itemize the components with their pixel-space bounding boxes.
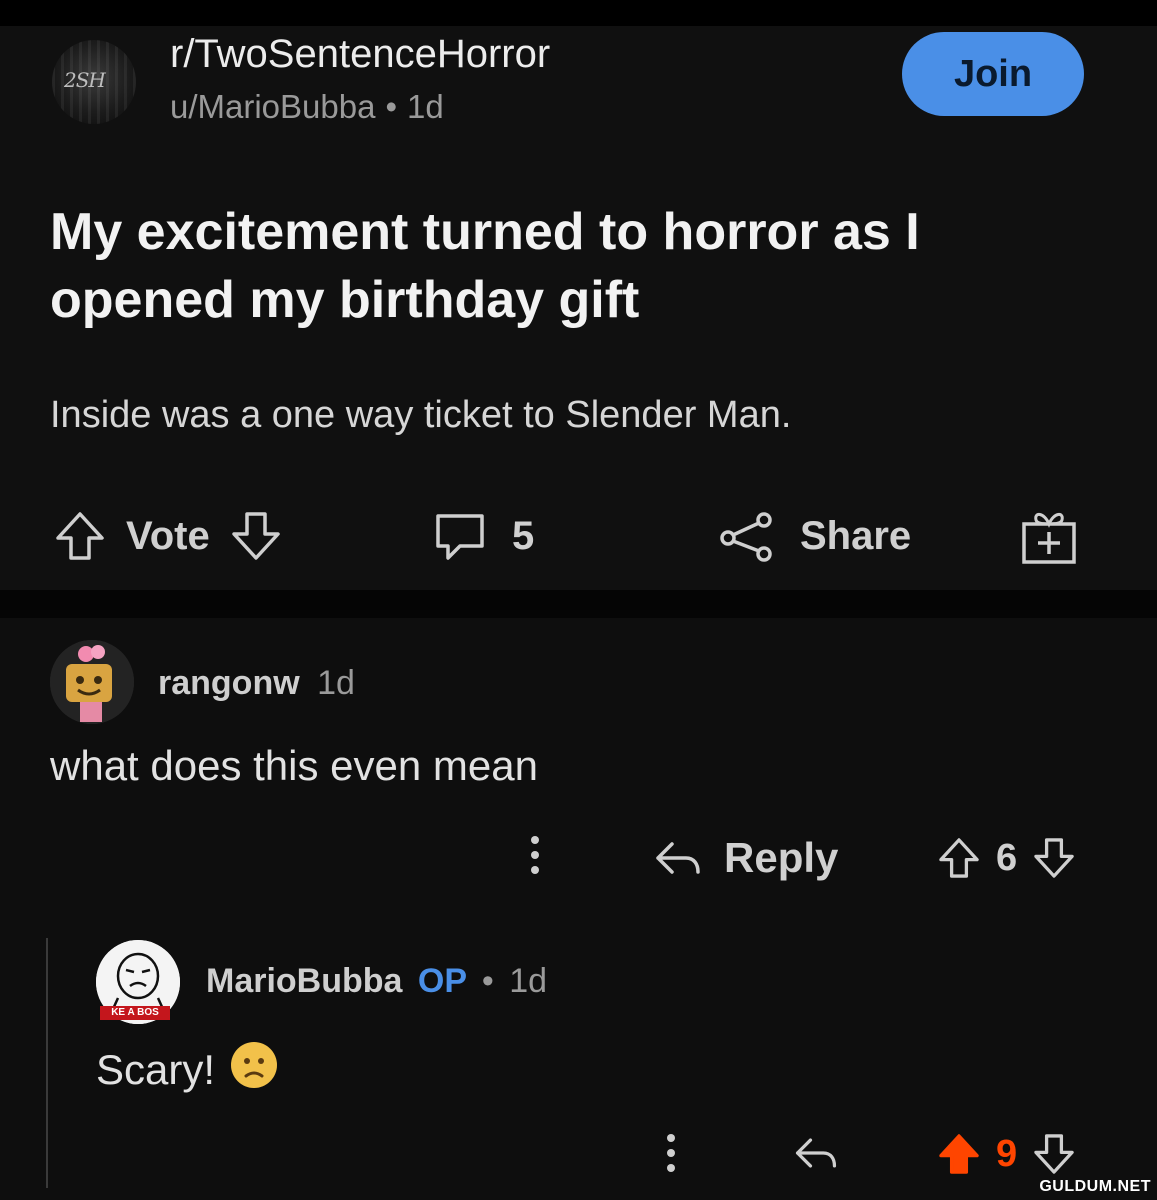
watermark: GULDUM.NET bbox=[1039, 1178, 1151, 1195]
reply-button[interactable]: Reply bbox=[652, 830, 838, 886]
avatar-image bbox=[50, 640, 134, 724]
section-divider bbox=[0, 590, 1157, 618]
comment-score: 6 bbox=[996, 836, 1018, 879]
upvote-icon[interactable] bbox=[936, 1131, 982, 1177]
comment-icon bbox=[430, 508, 490, 564]
downvote-icon[interactable] bbox=[1031, 1131, 1077, 1177]
share-icon bbox=[716, 508, 776, 564]
thread-line[interactable] bbox=[46, 938, 48, 1188]
comment-score: 9 bbox=[996, 1132, 1018, 1175]
post-age: 1d bbox=[407, 88, 444, 125]
comment-age: 1d bbox=[509, 962, 548, 1000]
subreddit-avatar[interactable]: 2SH bbox=[52, 40, 136, 124]
post-title[interactable]: My excitement turned to horror as I open… bbox=[50, 198, 1110, 334]
comment-username[interactable]: rangonw bbox=[158, 664, 300, 702]
meta-separator: • bbox=[385, 88, 398, 125]
comment-vote-group: 9 bbox=[936, 1126, 1077, 1182]
subreddit-name[interactable]: r/TwoSentenceHorror bbox=[170, 32, 550, 77]
reply-button[interactable] bbox=[792, 1128, 840, 1178]
award-button[interactable] bbox=[1018, 506, 1080, 566]
comment-age: 1d bbox=[317, 664, 355, 702]
meta-separator: • bbox=[481, 962, 494, 1000]
comments-section bbox=[0, 618, 1157, 1200]
avatar-banner: KE A BOS bbox=[100, 1006, 170, 1020]
upvote-icon[interactable] bbox=[936, 835, 982, 881]
upvote-icon[interactable] bbox=[52, 508, 108, 564]
vote-label: Vote bbox=[126, 513, 210, 558]
more-options-icon[interactable] bbox=[666, 1134, 676, 1172]
comment-author-line: rangonw 1d bbox=[158, 664, 355, 703]
op-badge: OP bbox=[417, 962, 467, 1000]
reply-icon bbox=[792, 1132, 840, 1174]
award-icon bbox=[1018, 506, 1080, 566]
post-meta: u/MarioBubba • 1d bbox=[170, 88, 444, 126]
share-button[interactable]: Share bbox=[716, 506, 911, 566]
top-bar bbox=[0, 0, 1157, 26]
comments-button[interactable]: 5 bbox=[430, 506, 534, 566]
downvote-icon[interactable] bbox=[1031, 835, 1077, 881]
comment-text: what does this even mean bbox=[50, 742, 538, 789]
worried-emoji-icon bbox=[229, 1040, 279, 1100]
comment-author-line: MarioBubba OP • 1d bbox=[206, 962, 547, 1001]
avatar[interactable] bbox=[50, 640, 134, 724]
post-author[interactable]: u/MarioBubba bbox=[170, 88, 375, 125]
join-button[interactable]: Join bbox=[902, 32, 1084, 116]
subreddit-avatar-text: 2SH bbox=[64, 68, 106, 92]
reply-icon bbox=[652, 836, 704, 880]
downvote-icon[interactable] bbox=[228, 508, 284, 564]
comment-vote-group: 6 bbox=[936, 830, 1077, 886]
post-body: Inside was a one way ticket to Slender M… bbox=[50, 394, 792, 436]
comment-count: 5 bbox=[512, 513, 535, 558]
comment-text: Scary! bbox=[96, 1046, 216, 1093]
share-label: Share bbox=[800, 513, 912, 558]
more-options-icon[interactable] bbox=[530, 836, 540, 874]
comment-text-row: Scary! bbox=[96, 1040, 279, 1100]
post-vote-group: Vote bbox=[52, 506, 284, 566]
reply-label: Reply bbox=[724, 834, 839, 881]
comment-username[interactable]: MarioBubba bbox=[206, 962, 402, 1000]
